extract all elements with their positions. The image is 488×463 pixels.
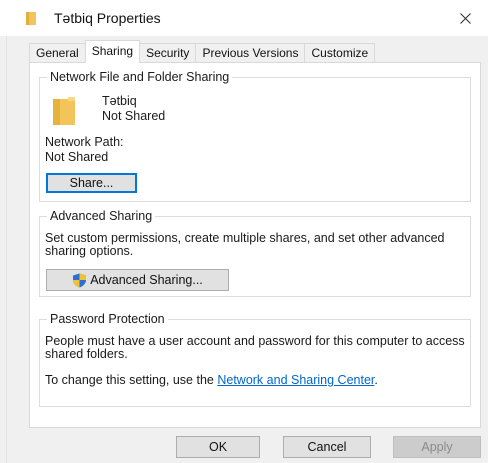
password-protection-title: Password Protection <box>47 312 168 326</box>
network-sharing-center-link[interactable]: Network and Sharing Center <box>217 373 374 387</box>
advanced-sharing-button-label: Advanced Sharing... <box>90 273 203 287</box>
network-sharing-title: Network File and Folder Sharing <box>47 70 233 84</box>
network-path-value: Not Shared <box>45 150 109 164</box>
advanced-sharing-button[interactable]: Advanced Sharing... <box>46 269 229 291</box>
shield-icon <box>73 273 87 287</box>
change-setting-suffix: . <box>374 373 378 387</box>
close-button[interactable] <box>442 0 488 36</box>
advanced-sharing-group: Advanced Sharing Set custom permissions,… <box>39 209 471 297</box>
change-setting-text: To change this setting, use the <box>45 373 218 387</box>
share-button[interactable]: Share... <box>46 173 137 193</box>
folder-icon <box>26 12 36 25</box>
cancel-button[interactable]: Cancel <box>283 436 371 458</box>
sharing-panel: Network File and Folder Sharing Tətbiq N… <box>29 62 481 428</box>
network-sharing-group: Network File and Folder Sharing Tətbiq N… <box>39 70 471 202</box>
tab-general[interactable]: General <box>29 43 86 63</box>
window-left-border <box>0 0 7 463</box>
close-icon <box>459 12 471 24</box>
folder-share-status: Not Shared <box>102 109 166 123</box>
password-protection-group: Password Protection People must have a u… <box>39 312 471 407</box>
window-title: Tətbiq Properties <box>54 10 161 26</box>
password-change-instructions: To change this setting, use the Network … <box>45 373 378 387</box>
folder-name: Tətbiq <box>102 94 137 108</box>
advanced-sharing-title: Advanced Sharing <box>47 209 156 223</box>
advanced-sharing-description: Set custom permissions, create multiple … <box>45 231 445 258</box>
apply-button[interactable]: Apply <box>393 436 481 458</box>
password-protection-description: People must have a user account and pass… <box>45 334 465 361</box>
network-path-label: Network Path: <box>45 135 124 149</box>
tab-security[interactable]: Security <box>139 43 197 63</box>
title-bar[interactable]: Tətbiq Properties <box>0 0 488 36</box>
tab-previous-versions[interactable]: Previous Versions <box>195 43 306 63</box>
tab-customize[interactable]: Customize <box>304 43 376 63</box>
ok-button[interactable]: OK <box>176 436 260 458</box>
tab-strip: General Sharing Security Previous Versio… <box>29 40 376 63</box>
folder-icon <box>53 97 75 125</box>
tab-sharing[interactable]: Sharing <box>84 40 141 63</box>
properties-window: Tətbiq Properties General Sharing Securi… <box>0 0 488 463</box>
